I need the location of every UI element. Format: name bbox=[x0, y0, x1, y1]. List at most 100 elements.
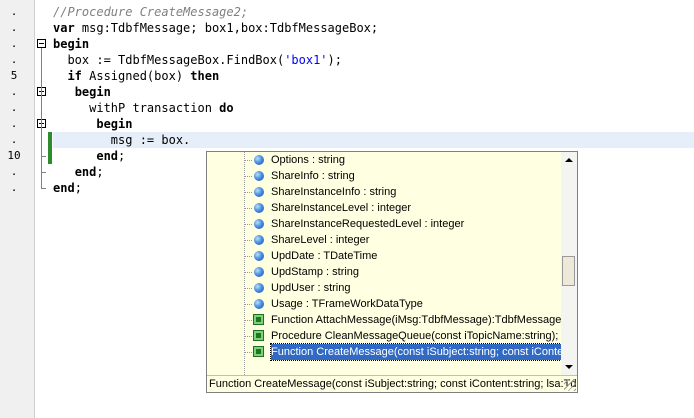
completion-item[interactable]: Procedure CleanMessageQueue(const iTopic… bbox=[207, 328, 561, 344]
fold-guide-line bbox=[41, 48, 42, 189]
line-number: . bbox=[10, 85, 18, 98]
completion-item[interactable]: ShareLevel : integer bbox=[207, 232, 561, 248]
completion-item[interactable]: ShareInstanceLevel : integer bbox=[207, 200, 561, 216]
completion-item-label: Procedure CleanMessageQueue(const iTopic… bbox=[271, 330, 559, 342]
completion-item[interactable]: UpdUser : string bbox=[207, 280, 561, 296]
keyword-token: end bbox=[53, 181, 75, 195]
property-icon bbox=[254, 299, 264, 309]
completion-item-label: UpdUser : string bbox=[271, 282, 351, 294]
code-line[interactable]: box := TdbfMessageBox.FindBox('box1'); bbox=[53, 52, 694, 68]
completion-item-label: UpdDate : TDateTime bbox=[271, 250, 378, 262]
code-token: box := TdbfMessageBox.FindBox( bbox=[53, 53, 285, 67]
line-number: . bbox=[10, 133, 18, 146]
completion-item[interactable]: ShareInfo : string bbox=[207, 168, 561, 184]
completion-item[interactable]: Options : string bbox=[207, 152, 561, 168]
tree-branch-line bbox=[245, 352, 253, 353]
scroll-down-button[interactable] bbox=[561, 359, 577, 375]
property-icon bbox=[254, 203, 264, 213]
tree-branch-line bbox=[245, 304, 253, 305]
completion-item-label: ShareInstanceLevel : integer bbox=[271, 202, 412, 214]
completion-item[interactable]: ShareInstanceRequestedLevel : integer bbox=[207, 216, 561, 232]
completion-item-label: Usage : TFrameWorkDataType bbox=[271, 298, 423, 310]
current-code-line[interactable]: msg := box. bbox=[53, 132, 694, 148]
code-completion-popup[interactable]: Options : string ShareInfo : string ShareI… bbox=[206, 151, 578, 393]
completion-item[interactable]: Usage : TFrameWorkDataType bbox=[207, 296, 561, 312]
code-line[interactable]: //Procedure CreateMessage2; bbox=[53, 4, 694, 20]
property-icon bbox=[254, 219, 264, 229]
keyword-token: begin bbox=[96, 117, 133, 131]
tree-branch-line bbox=[245, 256, 253, 257]
tree-branch-line bbox=[245, 336, 253, 337]
code-line[interactable]: withP transaction do bbox=[53, 100, 694, 116]
completion-item-label: Function CreateMessage(const iSubject:st… bbox=[269, 343, 561, 361]
tree-branch-line bbox=[245, 272, 253, 273]
code-token: ); bbox=[327, 53, 342, 67]
tree-branch-line bbox=[245, 160, 253, 161]
keyword-token: var bbox=[53, 21, 75, 35]
keyword-token: begin bbox=[53, 37, 90, 51]
code-token: msg := box. bbox=[53, 133, 191, 147]
code-token: withP transaction bbox=[53, 101, 220, 115]
property-icon bbox=[254, 283, 264, 293]
tree-branch-line bbox=[245, 224, 253, 225]
property-icon bbox=[254, 187, 264, 197]
code-token: msg:TdbfMessage; box1,box:TdbfMessageBox… bbox=[74, 21, 379, 35]
line-number: 5 bbox=[10, 69, 18, 82]
code-line[interactable]: begin bbox=[53, 116, 694, 132]
fold-end-marker bbox=[41, 172, 46, 173]
keyword-token: begin bbox=[74, 85, 111, 99]
code-editor[interactable]: .... 5.... 10.. //Procedure CreateMessage2… bbox=[0, 0, 694, 418]
completion-item-label: ShareInstanceInfo : string bbox=[271, 186, 397, 198]
completion-item[interactable]: UpdDate : TDateTime bbox=[207, 248, 561, 264]
code-token: ; bbox=[96, 165, 104, 179]
tree-branch-line bbox=[245, 320, 253, 321]
line-number: . bbox=[10, 181, 18, 194]
method-icon bbox=[253, 314, 264, 325]
completion-item-label: UpdStamp : string bbox=[271, 266, 360, 278]
completion-item-label: Options : string bbox=[271, 154, 345, 166]
line-number: . bbox=[10, 21, 18, 34]
scroll-up-button[interactable] bbox=[561, 152, 577, 168]
line-number: . bbox=[10, 165, 18, 178]
vertical-scrollbar[interactable] bbox=[561, 152, 577, 375]
comment-token: //Procedure CreateMessage2; bbox=[53, 5, 249, 19]
scroll-thumb[interactable] bbox=[562, 256, 575, 286]
tree-branch-line bbox=[245, 208, 253, 209]
completion-item-label: ShareInstanceRequestedLevel : integer bbox=[271, 218, 465, 230]
modified-line-marker bbox=[48, 132, 52, 164]
completion-item[interactable]: UpdStamp : string bbox=[207, 264, 561, 280]
completion-item[interactable]: Function AttachMessage(iMsg:TdbfMessage)… bbox=[207, 312, 561, 328]
tree-branch-line bbox=[245, 176, 253, 177]
code-token: Assigned(box) bbox=[81, 69, 191, 83]
keyword-token: end bbox=[74, 165, 97, 179]
property-icon bbox=[254, 155, 264, 165]
resize-grip[interactable] bbox=[564, 379, 576, 391]
line-number: . bbox=[10, 5, 18, 18]
property-icon bbox=[254, 267, 264, 277]
code-token: ; bbox=[74, 181, 82, 195]
fold-collapse-icon[interactable] bbox=[37, 39, 46, 48]
tree-branch-line bbox=[245, 240, 253, 241]
code-line[interactable]: var msg:TdbfMessage; box1,box:TdbfMessag… bbox=[53, 20, 694, 36]
parameter-hint: Function CreateMessage(const iSubject:st… bbox=[207, 375, 577, 392]
code-line[interactable]: begin bbox=[53, 36, 694, 52]
property-icon bbox=[254, 235, 264, 245]
keyword-token: then bbox=[190, 69, 220, 83]
completion-item-selected[interactable]: Function CreateMessage(const iSubject:st… bbox=[207, 343, 561, 361]
line-number: . bbox=[10, 117, 18, 130]
property-icon bbox=[254, 251, 264, 261]
keyword-token: end bbox=[96, 149, 119, 163]
completion-item-label: ShareInfo : string bbox=[271, 170, 355, 182]
keyword-token: do bbox=[219, 101, 234, 115]
line-number: . bbox=[10, 101, 18, 114]
code-line[interactable]: begin bbox=[53, 84, 694, 100]
line-number: . bbox=[10, 53, 18, 66]
completion-list[interactable]: Options : string ShareInfo : string ShareI… bbox=[207, 152, 561, 375]
completion-item[interactable]: ShareInstanceInfo : string bbox=[207, 184, 561, 200]
code-line[interactable]: if Assigned(box) then bbox=[53, 68, 694, 84]
method-icon bbox=[253, 346, 264, 357]
